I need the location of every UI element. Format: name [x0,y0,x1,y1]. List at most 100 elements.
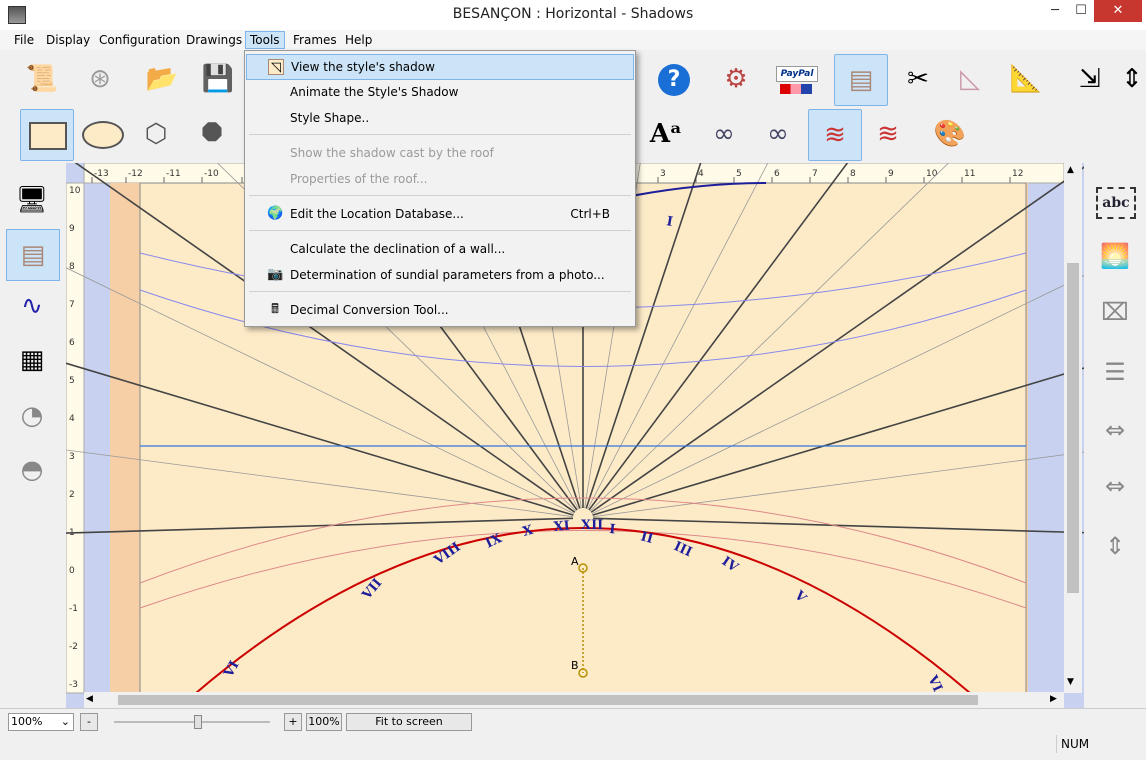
sundial-icon: ◹ [268,59,284,75]
point-a-label: A [571,555,579,568]
scroll-down-icon[interactable]: ▼ [1067,677,1074,687]
view-protractor-button[interactable]: ◓ [6,445,58,495]
frame-arrow-icon: ⇕ [1121,64,1143,94]
horizontal-scroll-thumb[interactable] [118,695,978,705]
menu-item-label: View the style's shadow [291,60,435,74]
calculator-icon: 🖩 [271,302,279,317]
gears-icon: ⚙ [724,64,748,94]
hyperbola-lines-icon: ≋ [824,120,846,150]
paypal-donate-button[interactable]: PayPal [770,54,822,104]
frame-resize-button[interactable]: ⇔ [1092,407,1138,453]
frame-properties-button[interactable]: ☰ [1092,349,1138,395]
view-curve-button[interactable]: ∿ [6,281,58,331]
declination-lines-button[interactable]: ≋ [808,109,862,161]
left-panel: 🖥 ▤ ∿ ▦ ◔ ◓ [0,163,67,708]
save-file-button[interactable]: 💾 [192,54,244,104]
settings-button[interactable]: ⚙ [710,54,762,104]
colors-button[interactable]: 🎨 [924,109,976,159]
draw-ruler-button[interactable]: 📐 [1000,54,1052,104]
menu-item-decimal-conversion[interactable]: 🖩 Decimal Conversion Tool... [246,298,634,322]
analemma-button[interactable]: ∞ [698,109,750,159]
delete-frame-icon: ⌧ [1101,298,1129,326]
menu-drawings[interactable]: Drawings [182,32,246,48]
resize-frame-button[interactable]: ⇲ [1064,54,1116,104]
frame-lines-icon: ☰ [1104,358,1126,386]
maximize-button[interactable]: ☐ [1068,0,1094,22]
add-text-button[interactable]: abc [1092,179,1138,225]
open-file-button[interactable]: 📂 [136,54,188,104]
shadow-view-toggle-button[interactable]: ▤ [834,54,888,106]
ruler-left-tick: 3 [69,452,75,462]
fit-to-screen-button[interactable]: Fit to screen [346,713,472,731]
scroll-left-icon[interactable]: ◀ [86,694,93,704]
color-palette-icon: 🎨 [933,119,967,149]
view-table-button[interactable]: ▦ [6,335,58,385]
scroll-right-icon[interactable]: ▶ [1050,694,1057,704]
view-monitor-button[interactable]: 🖥 [6,175,58,225]
menu-item-photo-parameters[interactable]: 📷 Determination of sundial parameters fr… [246,263,634,287]
menu-item-roof-shadow: Show the shadow cast by the roof [246,141,634,165]
horizontal-scrollbar[interactable]: ◀ ▶ [84,692,1064,708]
status-bar: 100% ⌄ - + 100% Fit to screen NUM [0,708,1146,760]
octagon-shape-button[interactable]: ⯃ [186,109,238,159]
menu-item-label: Determination of sundial parameters from… [290,268,605,282]
ruler-top-tick: 12 [1012,169,1023,179]
rectangle-icon [29,122,67,150]
zoom-reset-button[interactable]: 100% [306,713,342,731]
point-b-label: B [571,659,579,672]
view-armillary-button[interactable]: ◔ [6,391,58,441]
add-image-button[interactable]: 🌅 [1092,233,1138,279]
view-dial-button[interactable]: ▤ [6,229,60,281]
zoom-slider[interactable] [114,715,270,729]
frame-width-button[interactable]: ⇔ [1092,463,1138,509]
ruler-top-tick: 11 [964,169,975,179]
cut-button[interactable]: ✂ [892,54,944,104]
menu-item-wall-declination[interactable]: Calculate the declination of a wall... [246,237,634,261]
astrolabe-button[interactable]: ⊛ [74,54,126,104]
vertical-scroll-thumb[interactable] [1067,263,1079,593]
globe-icon: 🌍 [267,206,284,221]
hexagon-shape-button[interactable]: ⬡ [130,109,182,159]
more-tools-button[interactable]: ⇕ [1118,54,1146,104]
analemma-options-button[interactable]: ∞ [752,109,804,159]
protractor-icon: ◓ [20,455,44,485]
zoom-select-value: 100% [11,715,43,728]
ellipse-shape-button[interactable] [76,109,128,159]
new-sundial-button[interactable]: 📜 [16,54,68,104]
help-button[interactable]: ? [648,54,700,104]
zoom-in-button[interactable]: + [284,713,302,731]
menu-item-animate-shadow[interactable]: Animate the Style's Shadow [246,80,634,104]
declination-options-button[interactable]: ≋ [862,109,914,159]
minimize-button[interactable]: ─ [1042,0,1068,22]
menu-configuration[interactable]: Configuration [95,32,184,48]
menu-frames[interactable]: Frames [289,32,341,48]
menu-file[interactable]: File [10,32,38,48]
zoom-slider-handle[interactable] [194,715,202,729]
vertical-scrollbar[interactable]: ▲ ▼ [1064,163,1082,693]
dimension-button[interactable]: ◺ [944,54,996,104]
set-square-icon: ◺ [960,64,980,94]
menu-tools[interactable]: Tools [245,31,285,49]
ruler-top-tick: 6 [774,169,780,179]
zoom-select[interactable]: 100% ⌄ [8,713,74,731]
sundial-icon: ▤ [20,240,46,270]
delete-frame-button[interactable]: ⌧ [1092,289,1138,335]
scroll-up-icon[interactable]: ▲ [1067,165,1074,175]
menu-item-view-style-shadow[interactable]: ◹ View the style's shadow [246,54,634,80]
ruler-left-tick: -2 [69,642,78,652]
menu-display[interactable]: Display [42,32,94,48]
menu-separator [249,134,631,135]
hexagon-icon: ⬡ [144,119,168,149]
rectangle-shape-button[interactable] [20,109,74,161]
font-button[interactable]: Aᵃ [640,109,692,159]
menu-item-location-database[interactable]: 🌍 Edit the Location Database... Ctrl+B [246,202,634,226]
astrolabe-icon: ⊛ [89,64,111,94]
frame-height-button[interactable]: ⇕ [1092,523,1138,569]
close-button[interactable]: ✕ [1094,0,1142,22]
zoom-out-button[interactable]: - [80,713,98,731]
ruler-left-tick: -1 [69,604,78,614]
ruler-top-tick: -10 [204,169,219,179]
menu-help[interactable]: Help [341,32,376,48]
menu-item-roof-properties: Properties of the roof... [246,167,634,191]
menu-item-style-shape[interactable]: Style Shape.. [246,106,634,130]
